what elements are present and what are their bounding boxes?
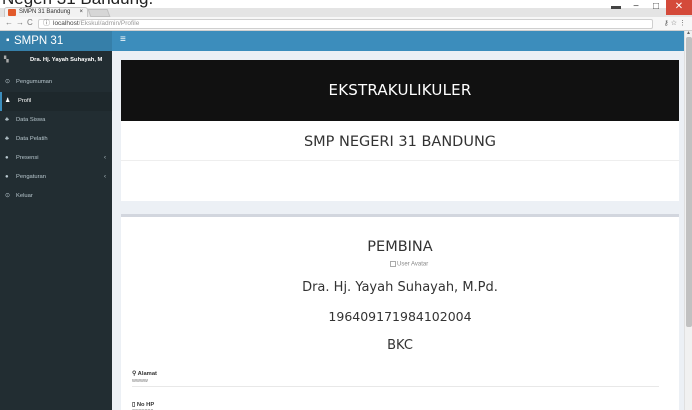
broken-image-icon bbox=[390, 261, 396, 267]
scroll-up-icon[interactable]: ▲ bbox=[686, 30, 691, 36]
circle-icon: ⊙ bbox=[5, 79, 11, 85]
profile-org: BKC bbox=[387, 338, 413, 353]
divider bbox=[132, 386, 659, 387]
sidebar-item-label: Pengumuman bbox=[16, 79, 53, 85]
toolbar-icons: ⚷ ☆ ⋮ bbox=[664, 19, 686, 27]
sidebar-item-label: Keluar bbox=[16, 193, 33, 199]
sidebar-item-label: Data Pelatih bbox=[16, 136, 48, 142]
circle-icon: ● bbox=[5, 174, 9, 180]
sidebar-menu: ⊙ Pengumuman ♟ Profil ♣ Data Siswa ♣ Dat… bbox=[0, 73, 112, 206]
field-label-no-hp: ▯ No HP bbox=[132, 402, 155, 408]
users-icon: ♣ bbox=[5, 117, 9, 123]
page-scrollbar[interactable]: ▲ bbox=[684, 30, 692, 410]
minimize-button[interactable]: − bbox=[626, 0, 646, 15]
browser-window: SMPN 31 Bandung × ▬ − □ ✕ ← → C ⓘ localh… bbox=[0, 0, 692, 410]
key-icon[interactable]: ⚷ bbox=[664, 20, 669, 27]
forward-icon[interactable]: → bbox=[16, 18, 24, 27]
content-wrapper: EKSTRAKULIKULER SMP NEGERI 31 BANDUNG PE… bbox=[112, 51, 684, 410]
circle-icon: ⊙ bbox=[5, 193, 11, 199]
user-name: Dra. Hj. Yayah Suhayah, M bbox=[30, 57, 103, 63]
window-controls: ▬ − □ ✕ bbox=[606, 0, 692, 15]
tab-title: SMPN 31 Bandung bbox=[19, 9, 71, 15]
sidebar-item-label: Data Siswa bbox=[16, 117, 46, 123]
scrollbar-thumb[interactable] bbox=[686, 37, 692, 327]
phone-icon: ▯ bbox=[132, 402, 136, 408]
reload-icon[interactable]: C bbox=[27, 18, 33, 27]
chevron-left-icon: ‹ bbox=[104, 155, 106, 161]
avatar-alt-text: User Avatar bbox=[397, 261, 429, 268]
sidebar-item-label: Profil bbox=[18, 98, 32, 104]
user-profile-button[interactable]: ▬ bbox=[606, 0, 626, 15]
page-caption: Negeri 31 Bandung. bbox=[0, 0, 692, 8]
divider bbox=[121, 160, 679, 161]
back-icon[interactable]: ← bbox=[5, 18, 13, 27]
star-icon[interactable]: ☆ bbox=[671, 20, 677, 27]
tab-strip: SMPN 31 Bandung × ▬ − □ ✕ bbox=[0, 0, 692, 17]
profile-nip: 196409171984102004 bbox=[328, 309, 472, 324]
sidebar-item-data-pelatih[interactable]: ♣ Data Pelatih bbox=[0, 130, 112, 149]
close-window-button[interactable]: ✕ bbox=[666, 0, 692, 15]
map-marker-icon: ⚲ bbox=[132, 371, 137, 377]
school-name: SMP NEGERI 31 BANDUNG bbox=[303, 134, 497, 150]
sidebar: ▚ Dra. Hj. Yayah Suhayah, M ⊙ Pengumuman… bbox=[0, 51, 112, 410]
field-value-alamat: wwww bbox=[132, 378, 148, 384]
profile-role: PEMBINA bbox=[367, 239, 433, 255]
browser-tab[interactable]: SMPN 31 Bandung × bbox=[4, 7, 88, 17]
url-host: localhost bbox=[53, 20, 79, 27]
logo[interactable]: ▪ SMPN 31 Bandung bbox=[0, 31, 112, 67]
user-avatar: User Avatar bbox=[390, 261, 428, 268]
site-info-icon[interactable]: ⓘ bbox=[43, 20, 50, 28]
user-image-icon: ▚ bbox=[4, 57, 9, 63]
sidebar-item-presensi[interactable]: ● Presensi ‹ bbox=[0, 149, 112, 168]
tab-close-icon[interactable]: × bbox=[79, 8, 83, 17]
favicon-icon bbox=[8, 9, 16, 16]
url-input[interactable]: ⓘ localhost/Ekskul/admin/Profile bbox=[38, 19, 653, 29]
sidebar-item-profil[interactable]: ♟ Profil bbox=[0, 92, 112, 111]
logo-mark-icon: ▪ bbox=[6, 35, 10, 46]
title-box: EKSTRAKULIKULER SMP NEGERI 31 BANDUNG bbox=[121, 60, 679, 201]
hamburger-icon[interactable]: ≡ bbox=[120, 34, 126, 45]
app: ▪ SMPN 31 Bandung ≡ ▚ Dra. Hj. Yayah Suh… bbox=[0, 30, 692, 410]
chevron-left-icon: ‹ bbox=[104, 174, 106, 180]
user-panel: ▚ Dra. Hj. Yayah Suhayah, M bbox=[0, 51, 112, 73]
sidebar-item-pengaturan[interactable]: ● Pengaturan ‹ bbox=[0, 168, 112, 187]
profile-box: PEMBINA User Avatar Dra. Hj. Yayah Suhay… bbox=[121, 214, 679, 410]
sidebar-item-pengumuman[interactable]: ⊙ Pengumuman bbox=[0, 73, 112, 92]
sidebar-item-keluar[interactable]: ⊙ Keluar bbox=[0, 187, 112, 206]
profile-name: Dra. Hj. Yayah Suhayah, M.Pd. bbox=[302, 280, 498, 295]
banner-title: EKSTRAKULIKULER bbox=[121, 60, 679, 121]
main-header: ▪ SMPN 31 Bandung ≡ bbox=[0, 31, 684, 67]
maximize-button[interactable]: □ bbox=[646, 0, 666, 15]
sidebar-item-label: Presensi bbox=[16, 155, 39, 161]
address-bar: ← → C ⓘ localhost/Ekskul/admin/Profile ⚷… bbox=[0, 17, 692, 31]
sidebar-item-label: Pengaturan bbox=[16, 174, 46, 180]
users-icon: ♣ bbox=[5, 136, 9, 142]
more-icon[interactable]: ⋮ bbox=[679, 20, 686, 27]
sidebar-item-data-siswa[interactable]: ♣ Data Siswa bbox=[0, 111, 112, 130]
user-icon: ♟ bbox=[5, 98, 11, 104]
circle-icon: ● bbox=[5, 155, 9, 161]
new-tab-button[interactable] bbox=[87, 9, 111, 17]
field-label-alamat: ⚲ Alamat bbox=[132, 371, 157, 377]
url-path: /Ekskul/admin/Profile bbox=[78, 20, 140, 27]
